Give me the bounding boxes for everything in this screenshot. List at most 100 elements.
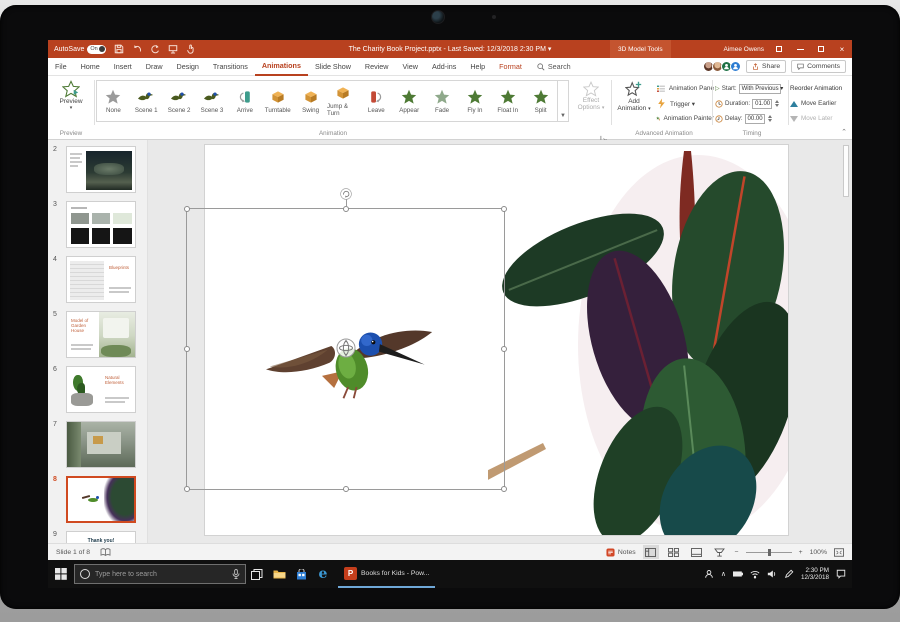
animation-scene-3[interactable]: Scene 3 bbox=[196, 81, 229, 121]
resize-handle[interactable] bbox=[184, 206, 190, 212]
task-view-icon[interactable] bbox=[246, 560, 268, 588]
animation-arrive[interactable]: Arrive bbox=[228, 81, 261, 121]
resize-handle[interactable] bbox=[184, 346, 190, 352]
duration-setting[interactable]: Duration: 01.00 bbox=[715, 97, 789, 110]
collapse-ribbon-icon[interactable]: ⌃ bbox=[841, 128, 847, 136]
share-button[interactable]: Share bbox=[746, 60, 786, 73]
resize-handle[interactable] bbox=[501, 346, 507, 352]
tab-slide-show[interactable]: Slide Show bbox=[308, 58, 358, 76]
slideshow-view-button[interactable] bbox=[712, 545, 728, 559]
tab-design[interactable]: Design bbox=[170, 58, 206, 76]
taskbar-clock[interactable]: 2:30 PM 12/3/2018 bbox=[801, 567, 829, 581]
start-dropdown[interactable]: With Previous ▾ bbox=[739, 84, 781, 94]
animation-turntable[interactable]: Turntable bbox=[261, 81, 294, 121]
tab-add-ins[interactable]: Add-ins bbox=[425, 58, 463, 76]
thumbnail-preview[interactable] bbox=[66, 146, 136, 193]
restore-button[interactable] bbox=[815, 43, 827, 55]
rotate-handle-icon[interactable] bbox=[340, 188, 352, 200]
thumbnail-preview[interactable]: Natural Elements bbox=[66, 366, 136, 413]
mic-icon[interactable] bbox=[232, 569, 240, 579]
ribbon-display-options-icon[interactable] bbox=[773, 43, 785, 55]
thumbnail-preview[interactable] bbox=[66, 201, 136, 248]
accessibility-book-icon[interactable] bbox=[100, 548, 111, 557]
file-explorer-icon[interactable] bbox=[268, 560, 290, 588]
delay-input[interactable]: 00.00 bbox=[745, 114, 765, 124]
add-animation-button[interactable]: Add Animation ▾ bbox=[614, 80, 654, 113]
slide-thumbnail-5[interactable]: 5Model of Garden House bbox=[66, 311, 136, 358]
edge-browser-icon[interactable]: e bbox=[312, 560, 334, 588]
slide-thumbnail-6[interactable]: 6Natural Elements bbox=[66, 366, 136, 413]
hidden-icons-chevron[interactable]: ∧ bbox=[721, 570, 726, 578]
move-later-button[interactable]: Move Later bbox=[790, 112, 850, 125]
slide-thumbnail-3[interactable]: 3 bbox=[66, 201, 136, 248]
animation-pane-button[interactable]: Animation Pane bbox=[656, 82, 714, 95]
close-button[interactable]: × bbox=[836, 43, 848, 55]
animation-dialog-launcher-icon[interactable] bbox=[600, 129, 607, 136]
animation-jump-turn[interactable]: Jump & Turn bbox=[327, 81, 360, 121]
scrollbar-thumb[interactable] bbox=[843, 145, 849, 197]
tab-animations[interactable]: Animations bbox=[255, 58, 308, 76]
thumbnail-preview[interactable]: Blueprints bbox=[66, 256, 136, 303]
zoom-out-button[interactable]: − bbox=[735, 549, 739, 556]
comments-button[interactable]: Comments bbox=[791, 60, 846, 73]
duration-spinner[interactable] bbox=[775, 100, 779, 107]
slide-sorter-view-button[interactable] bbox=[666, 545, 682, 559]
delay-spinner[interactable] bbox=[768, 115, 772, 122]
pen-icon[interactable] bbox=[784, 569, 794, 579]
avatar[interactable] bbox=[730, 61, 741, 72]
tab-draw[interactable]: Draw bbox=[139, 58, 170, 76]
thumbnail-preview[interactable] bbox=[66, 421, 136, 468]
thumbnail-preview[interactable]: Thank you! bbox=[66, 531, 136, 543]
duration-input[interactable]: 01.00 bbox=[752, 99, 772, 109]
start-button[interactable] bbox=[48, 560, 74, 588]
undo-icon[interactable] bbox=[131, 44, 142, 55]
delay-setting[interactable]: Delay: 00.00 bbox=[715, 112, 789, 125]
redo-icon[interactable] bbox=[149, 44, 160, 55]
resize-handle[interactable] bbox=[343, 486, 349, 492]
zoom-in-button[interactable]: + bbox=[799, 549, 803, 556]
effect-options-button[interactable]: Effect Options ▾ bbox=[572, 81, 610, 112]
taskbar-search-box[interactable]: Type here to search bbox=[74, 564, 246, 584]
tab-insert[interactable]: Insert bbox=[107, 58, 139, 76]
animation-fade[interactable]: Fade bbox=[426, 81, 459, 121]
wifi-icon[interactable] bbox=[750, 569, 760, 579]
contextual-tab-group-3d-model-tools[interactable]: 3D Model Tools bbox=[610, 40, 671, 58]
reading-view-button[interactable] bbox=[689, 545, 705, 559]
animation-leave[interactable]: Leave bbox=[360, 81, 393, 121]
resize-handle[interactable] bbox=[343, 206, 349, 212]
resize-handle[interactable] bbox=[501, 486, 507, 492]
animation-fly-in[interactable]: Fly In bbox=[458, 81, 491, 121]
battery-icon[interactable] bbox=[733, 569, 743, 579]
animation-none[interactable]: None bbox=[97, 81, 130, 121]
resize-handle[interactable] bbox=[184, 486, 190, 492]
slide-thumbnail-7[interactable]: 7 bbox=[66, 421, 136, 468]
trigger-button[interactable]: Trigger ▾ bbox=[656, 97, 714, 110]
resize-handle[interactable] bbox=[501, 206, 507, 212]
move-earlier-button[interactable]: Move Earlier bbox=[790, 97, 850, 110]
zoom-level[interactable]: 100% bbox=[810, 549, 827, 556]
animation-painter-button[interactable]: Animation Painter bbox=[656, 112, 714, 125]
thumbnail-preview[interactable]: Model of Garden House bbox=[66, 311, 136, 358]
zoom-slider-thumb[interactable] bbox=[768, 549, 771, 556]
notes-button[interactable]: Notes bbox=[606, 548, 636, 557]
tab-transitions[interactable]: Transitions bbox=[206, 58, 255, 76]
tab-help[interactable]: Help bbox=[463, 58, 492, 76]
slide-thumbnail-4[interactable]: 4Blueprints bbox=[66, 256, 136, 303]
animation-appear[interactable]: Appear bbox=[393, 81, 426, 121]
start-setting[interactable]: ▷Start: With Previous ▾ bbox=[715, 82, 789, 95]
animation-scene-1[interactable]: Scene 1 bbox=[130, 81, 163, 121]
animation-float-in[interactable]: Float In bbox=[491, 81, 524, 121]
fit-slide-to-window-icon[interactable] bbox=[834, 548, 844, 557]
save-icon[interactable] bbox=[113, 44, 124, 55]
minimize-button[interactable] bbox=[794, 43, 806, 55]
tab-file[interactable]: File bbox=[48, 58, 74, 76]
animation-swing[interactable]: Swing bbox=[294, 81, 327, 121]
slide-thumbnail-9[interactable]: 9Thank you! bbox=[66, 531, 136, 543]
tab-home[interactable]: Home bbox=[74, 58, 107, 76]
tell-me-search[interactable]: Search bbox=[537, 62, 571, 71]
animation-scene-2[interactable]: Scene 2 bbox=[163, 81, 196, 121]
thumbnail-preview[interactable] bbox=[66, 476, 136, 523]
vertical-scrollbar[interactable] bbox=[843, 145, 849, 535]
tab-format[interactable]: Format bbox=[492, 58, 529, 76]
gallery-more-button[interactable]: ▼ bbox=[558, 80, 569, 122]
